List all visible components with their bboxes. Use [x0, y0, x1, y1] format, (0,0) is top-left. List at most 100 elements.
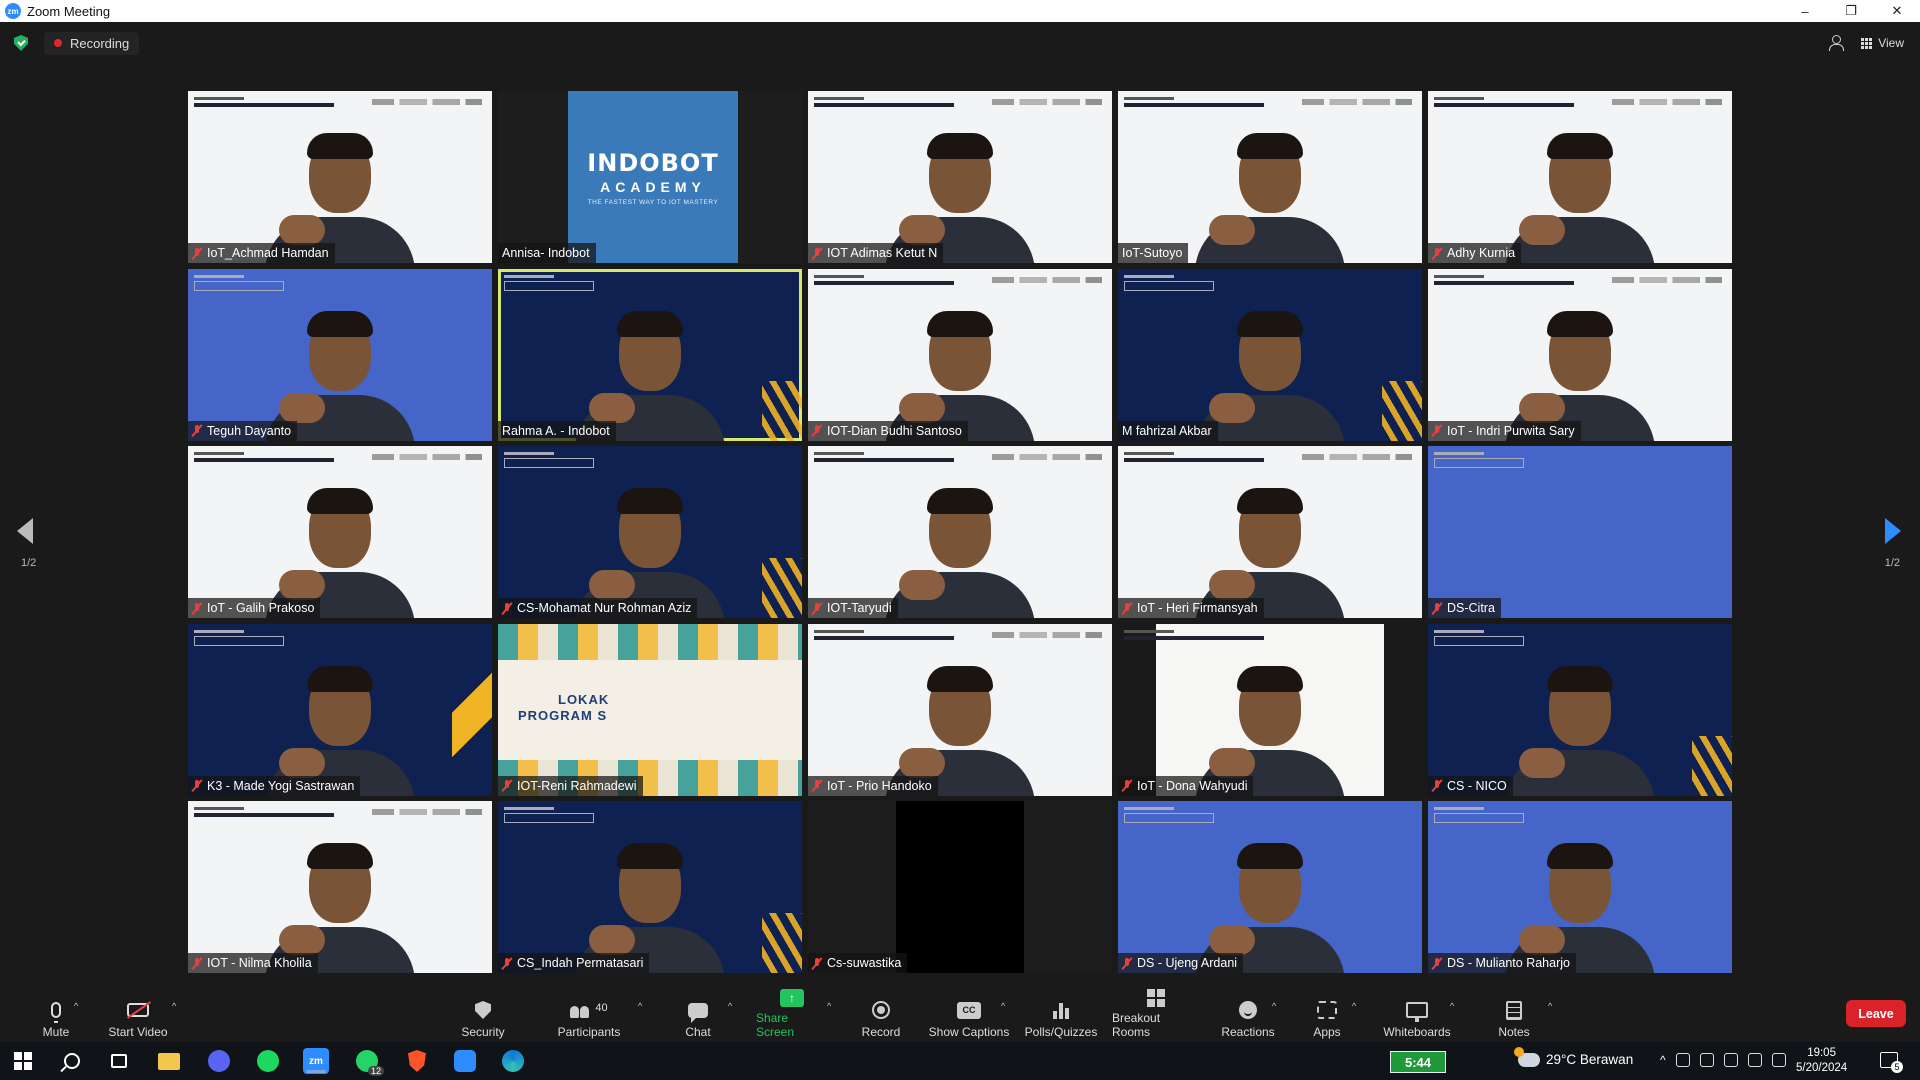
immersive-view-icon[interactable] — [1829, 35, 1845, 51]
mute-button[interactable]: Mute — [30, 991, 82, 1039]
participant-video-tile[interactable]: IoT_Achmad Hamdan — [188, 91, 492, 263]
chat-button[interactable]: Chat — [680, 991, 716, 1039]
virtual-background-header — [1434, 97, 1614, 119]
participant-name-label: IOT-Taryudi — [808, 598, 898, 618]
participant-video-tile[interactable]: IoT - Prio Handoko — [808, 623, 1112, 796]
edge-button[interactable] — [500, 1049, 526, 1073]
participant-video-tile[interactable]: Teguh Dayanto — [188, 268, 492, 441]
apps-button[interactable]: Apps — [1312, 991, 1342, 1039]
notes-button[interactable]: Notes — [1497, 991, 1531, 1039]
whatsapp-button[interactable]: 12 — [354, 1049, 384, 1076]
minimize-button[interactable]: – — [1782, 0, 1828, 22]
apps-options-chevron-icon[interactable]: ^ — [1352, 1001, 1356, 1011]
participants-label: Participants — [557, 1025, 621, 1039]
participant-video-tile[interactable]: CS-Mohamat Nur Rohman Aziz — [498, 446, 802, 618]
spotify-button[interactable] — [255, 1049, 281, 1073]
windows-taskbar: zm 12 5:44 29°C Berawan ^ 19:05 5/20/202… — [0, 1042, 1920, 1080]
virtual-background-header — [1124, 274, 1304, 297]
participant-video-tile[interactable]: Cs-suwastika — [808, 801, 1112, 973]
view-button[interactable]: View — [1861, 36, 1904, 50]
close-button[interactable]: ✕ — [1874, 0, 1920, 22]
security-button[interactable]: Security — [457, 991, 509, 1039]
participant-video-tile[interactable]: IOT Adimas Ketut N — [808, 91, 1112, 263]
captions-options-chevron-icon[interactable]: ^ — [1001, 1001, 1005, 1011]
mute-options-chevron-icon[interactable]: ^ — [74, 1001, 78, 1011]
participant-video-tile[interactable]: CS - NICO — [1428, 623, 1732, 796]
show-captions-button[interactable]: CC Show Captions — [928, 991, 1010, 1039]
chat-options-chevron-icon[interactable]: ^ — [728, 1001, 732, 1011]
participant-video-tile[interactable]: IoT-Sutoyo — [1118, 91, 1422, 263]
participant-video-tile[interactable]: INDOBOT ACADEMY THE FASTEST WAY TO IOT MAS… — [498, 91, 802, 263]
previous-page-button[interactable] — [17, 518, 41, 546]
whiteboards-options-chevron-icon[interactable]: ^ — [1450, 1001, 1454, 1011]
participants-options-chevron-icon[interactable]: ^ — [638, 1001, 642, 1011]
participant-name: DS-Citra — [1447, 601, 1495, 615]
sponsor-logos — [372, 99, 482, 105]
participant-video-tile[interactable]: IoT - Indri Purwita Sary — [1428, 268, 1732, 441]
participant-video-tile[interactable]: DS-Citra — [1428, 446, 1732, 618]
wifi-tray-icon[interactable] — [1747, 1053, 1762, 1067]
participant-video-tile[interactable]: IOT-Dian Budhi Santoso — [808, 268, 1112, 441]
notifications-icon[interactable]: 5 — [1880, 1052, 1903, 1073]
microphone-tray-icon[interactable] — [1699, 1053, 1714, 1067]
participant-video-tile[interactable]: M fahrizal Akbar — [1118, 268, 1422, 441]
whiteboards-button[interactable]: Whiteboards — [1382, 991, 1452, 1039]
virtual-background-header — [1124, 97, 1304, 119]
taskbar-clock[interactable]: 19:05 5/20/2024 — [1796, 1046, 1847, 1076]
restore-button[interactable]: ❐ — [1828, 0, 1874, 22]
tray-overflow-icon[interactable]: ^ — [1660, 1053, 1666, 1067]
zoom-taskbar-button[interactable]: zm — [303, 1048, 329, 1074]
zoom-workplace-button[interactable] — [452, 1049, 478, 1073]
leave-button[interactable]: Leave — [1846, 1000, 1906, 1027]
participant-video-tile[interactable]: IOT - Nilma Kholila — [188, 801, 492, 973]
file-explorer-button[interactable] — [156, 1049, 182, 1073]
participant-video-tile[interactable]: Rahma A. - Indobot — [498, 268, 802, 441]
breakout-rooms-icon — [1147, 989, 1165, 1007]
participant-video-tile[interactable]: IoT - Heri Firmansyah — [1118, 446, 1422, 618]
share-options-chevron-icon[interactable]: ^ — [827, 1001, 831, 1011]
weather-widget[interactable]: 29°C Berawan — [1514, 1046, 1633, 1067]
participant-video-tile[interactable]: IoT - Dona Wahyudi — [1118, 623, 1422, 796]
reactions-button[interactable]: Reactions — [1220, 991, 1276, 1039]
task-view-button[interactable] — [106, 1049, 132, 1073]
participant-video-tile[interactable]: Adhy Kurnia — [1428, 91, 1732, 263]
participant-video — [885, 478, 1035, 618]
taskbar-search-button[interactable] — [59, 1049, 85, 1073]
encryption-shield-icon[interactable] — [14, 35, 28, 51]
start-video-button[interactable]: Start Video — [106, 991, 170, 1039]
background-decoration — [1692, 735, 1732, 796]
brave-button[interactable] — [404, 1049, 430, 1073]
participant-video-tile[interactable]: IoT - Galih Prakoso — [188, 446, 492, 618]
discord-button[interactable] — [206, 1049, 232, 1073]
camera-tray-icon[interactable] — [1675, 1053, 1690, 1067]
edge-browser-icon — [502, 1050, 524, 1072]
participant-video-tile[interactable]: CS_Indah Permatasari — [498, 801, 802, 973]
recording-label: Recording — [70, 35, 130, 51]
participant-video-tile[interactable]: IOT-Taryudi — [808, 446, 1112, 618]
volume-tray-icon[interactable] — [1771, 1053, 1786, 1067]
start-button[interactable] — [10, 1049, 36, 1073]
share-screen-button[interactable]: ↑ Share Screen — [756, 989, 828, 1039]
share-screen-label: Share Screen — [756, 1011, 795, 1039]
participant-video-tile[interactable]: K3 - Made Yogi Sastrawan — [188, 623, 492, 796]
polls-quizzes-button[interactable]: Polls/Quizzes — [1024, 991, 1098, 1039]
recording-indicator[interactable]: Recording — [44, 31, 140, 55]
participant-video-tile[interactable]: DS - Mulianto Raharjo — [1428, 801, 1732, 973]
window-titlebar: zm Zoom Meeting – ❐ ✕ — [0, 0, 1920, 22]
muted-microphone-icon — [502, 957, 512, 970]
folder-icon — [158, 1052, 180, 1070]
battery-time-indicator[interactable]: 5:44 — [1390, 1051, 1446, 1073]
sponsor-logos — [1302, 99, 1412, 105]
notes-options-chevron-icon[interactable]: ^ — [1548, 1001, 1552, 1011]
whatsapp-icon: 12 — [356, 1050, 384, 1076]
record-button[interactable]: Record — [860, 991, 902, 1039]
reactions-options-chevron-icon[interactable]: ^ — [1272, 1001, 1276, 1011]
participant-video-tile[interactable]: DS - Ujeng Ardani — [1118, 801, 1422, 973]
clock-date: 5/20/2024 — [1796, 1062, 1848, 1074]
breakout-rooms-button[interactable]: Breakout Rooms — [1112, 989, 1200, 1039]
participant-video-tile[interactable]: LOKAK PROGRAM S IOT-Reni Rahmadewi — [498, 623, 802, 796]
participants-button[interactable]: 40 Participants — [556, 991, 622, 1039]
next-page-button[interactable] — [1879, 518, 1903, 546]
battery-tray-icon[interactable] — [1723, 1053, 1738, 1067]
video-options-chevron-icon[interactable]: ^ — [172, 1001, 176, 1011]
